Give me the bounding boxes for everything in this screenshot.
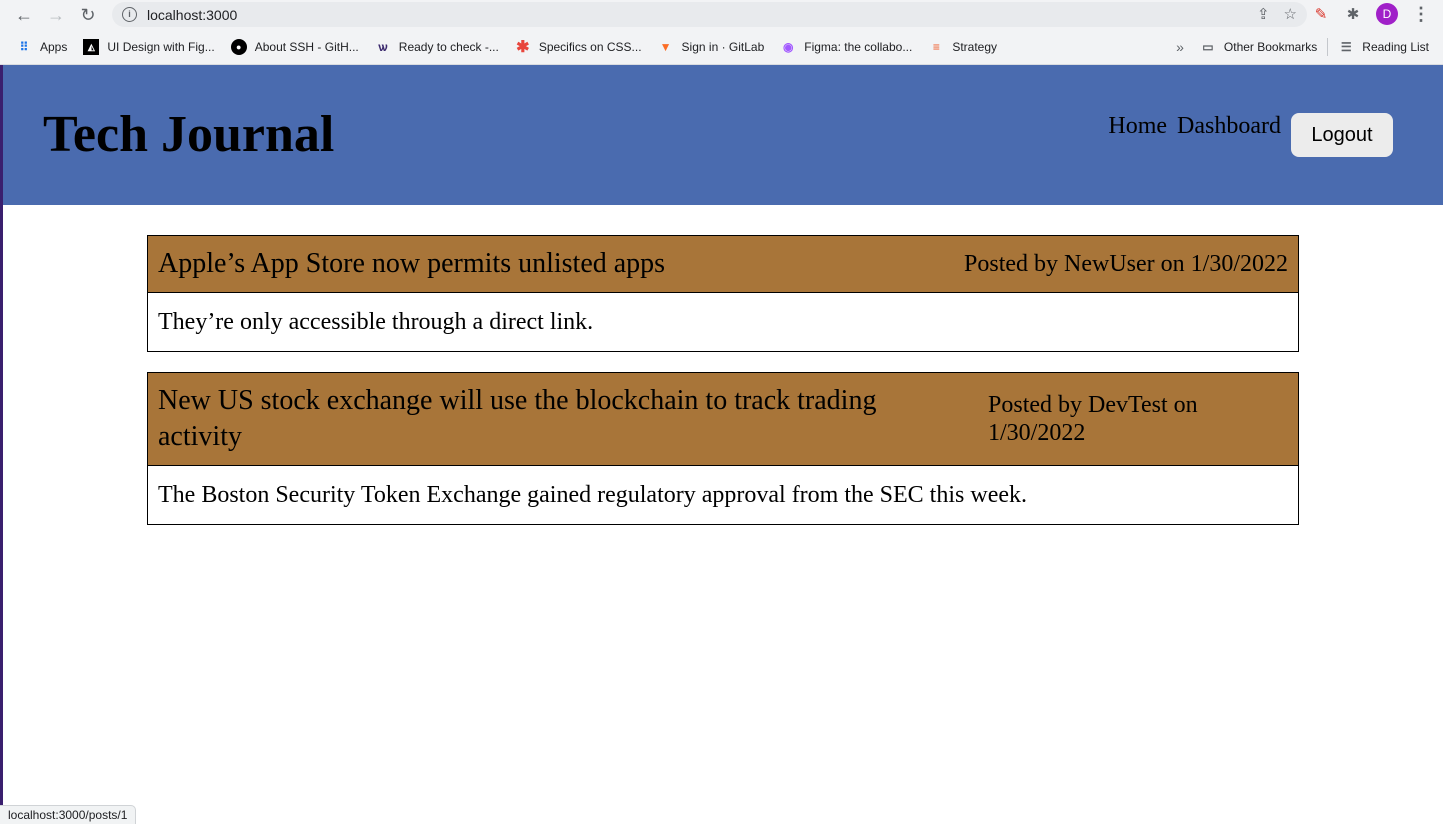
figma-icon: ◉ — [783, 40, 794, 54]
bookmark-gitlab[interactable]: ▼ Sign in · GitLab — [658, 39, 765, 55]
bookmark-ui-design[interactable]: ◭ UI Design with Fig... — [83, 39, 215, 55]
bookmark-about-ssh[interactable]: ● About SSH - GitH... — [230, 39, 359, 55]
asterisk-icon: ✱ — [516, 39, 530, 56]
reload-icon[interactable]: ↻ — [72, 1, 104, 29]
profile-avatar[interactable]: D — [1376, 3, 1398, 25]
apps-grid-icon: ⠿ — [19, 40, 29, 54]
github-icon: ● — [230, 39, 247, 55]
browser-menu-icon[interactable]: ⋮ — [1412, 4, 1430, 24]
bookmark-apps[interactable]: ⠿ Apps — [16, 39, 68, 55]
back-arrow-icon[interactable]: ← — [8, 1, 40, 29]
post-card[interactable]: New US stock exchange will use the block… — [147, 372, 1299, 525]
course-icon: ◭ — [83, 39, 100, 55]
extension-icon[interactable]: ✎ — [1312, 5, 1330, 23]
post-body: They’re only accessible through a direct… — [158, 308, 594, 335]
site-info-icon[interactable]: i — [122, 7, 137, 22]
gitlab-icon: ▼ — [659, 40, 672, 54]
post-header[interactable]: Apple’s App Store now permits unlisted a… — [148, 236, 1298, 293]
bookmark-ready-to-check[interactable]: ѡ Ready to check -... — [375, 39, 499, 55]
bookmarks-separator — [1327, 38, 1329, 56]
site-nav: Home Dashboard Logout — [1108, 113, 1393, 157]
site-title[interactable]: Tech Journal — [43, 105, 334, 164]
logout-button[interactable]: Logout — [1291, 113, 1393, 157]
folder-icon: ▭ — [1202, 40, 1214, 54]
post-meta: Posted by DevTest on 1/30/2022 — [988, 392, 1198, 446]
bookmark-other-folder[interactable]: ▭ Other Bookmarks — [1200, 39, 1317, 55]
puzzle-extensions-icon[interactable]: ✱ — [1344, 5, 1362, 23]
post-title[interactable]: Apple’s App Store now permits unlisted a… — [158, 248, 665, 280]
strategy-icon: ≡ — [932, 40, 940, 54]
url-text[interactable]: localhost:3000 — [147, 7, 237, 23]
bookmarks-bar: ⠿ Apps ◭ UI Design with Fig... ● About S… — [0, 30, 1443, 65]
post-card[interactable]: Apple’s App Store now permits unlisted a… — [147, 235, 1299, 352]
reading-list-icon: ☰ — [1340, 40, 1352, 54]
post-meta: Posted by NewUser on 1/30/2022 — [964, 250, 1288, 277]
bookmark-figma[interactable]: ◉ Figma: the collabo... — [780, 39, 912, 55]
forward-arrow-icon[interactable]: → — [40, 1, 72, 29]
nav-dashboard-link[interactable]: Dashboard — [1177, 113, 1281, 140]
address-bar[interactable]: i localhost:3000 ⇪ ☆ — [112, 2, 1307, 27]
bookmark-star-icon[interactable]: ☆ — [1284, 5, 1297, 23]
reading-list[interactable]: ☰ Reading List — [1338, 39, 1429, 55]
bookmark-specifics-css[interactable]: ✱ Specifics on CSS... — [515, 39, 641, 56]
share-icon[interactable]: ⇪ — [1257, 5, 1270, 23]
wolf-icon: ѡ — [378, 40, 388, 54]
post-header[interactable]: New US stock exchange will use the block… — [148, 373, 1298, 466]
bookmark-strategy[interactable]: ≡ Strategy — [928, 39, 997, 55]
nav-home-link[interactable]: Home — [1108, 113, 1167, 140]
browser-toolbar: ← → ↻ i localhost:3000 ⇪ ☆ ✎ ✱ D ⋮ — [0, 0, 1443, 30]
post-title[interactable]: New US stock exchange will use the block… — [158, 383, 948, 455]
site-header: Tech Journal Home Dashboard Logout — [3, 65, 1443, 205]
link-status-bar: localhost:3000/posts/1 — [0, 805, 137, 824]
more-bookmarks-chevron-icon[interactable]: » — [1176, 39, 1184, 55]
post-body: The Boston Security Token Exchange gaine… — [158, 481, 1027, 508]
